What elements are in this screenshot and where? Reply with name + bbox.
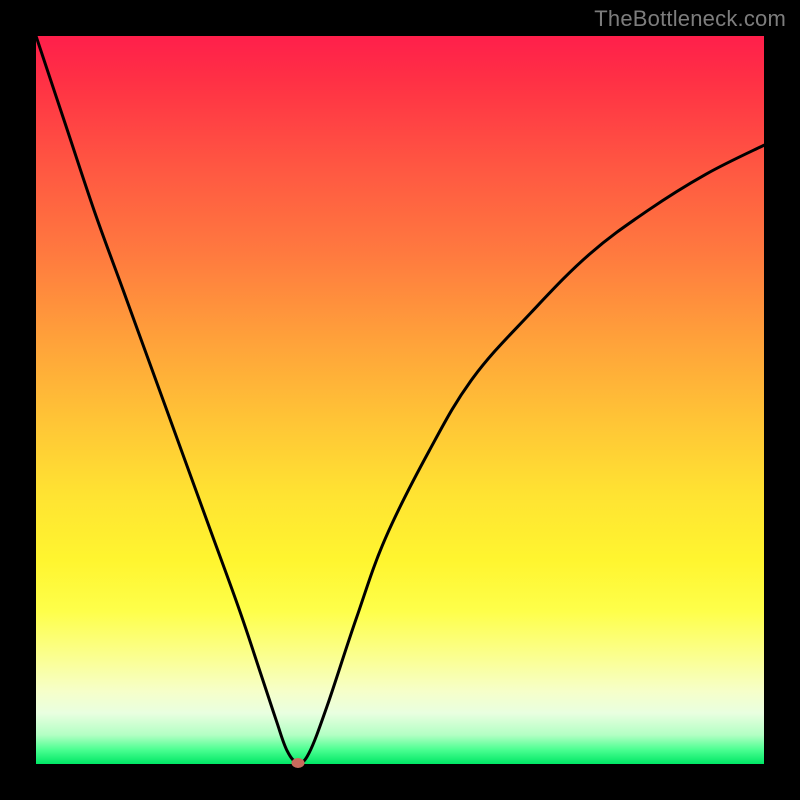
plot-area (36, 36, 764, 764)
chart-frame: TheBottleneck.com (0, 0, 800, 800)
bottleneck-curve (36, 36, 764, 764)
watermark-text: TheBottleneck.com (594, 6, 786, 32)
optimum-marker (292, 758, 305, 768)
curve-path (36, 36, 764, 763)
